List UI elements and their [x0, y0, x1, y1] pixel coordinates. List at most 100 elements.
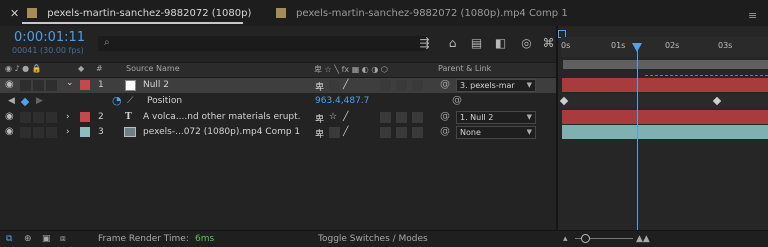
composition-flowchart-icon[interactable]: ⇶	[418, 37, 431, 50]
audio-toggle[interactable]	[20, 80, 31, 91]
lock-toggle[interactable]	[46, 112, 57, 123]
layer-bar[interactable]	[562, 125, 768, 139]
eye-icon[interactable]: ◉	[5, 111, 14, 122]
solo-toggle[interactable]	[33, 80, 44, 91]
solo-toggle[interactable]	[33, 112, 44, 123]
expression-pick-whip-icon[interactable]: @	[452, 95, 462, 106]
parent-dropdown[interactable]: 1. Null 2 ▼	[456, 111, 536, 124]
enable-frame-blending-icon[interactable]: ⊕	[24, 234, 32, 244]
property-row-position[interactable]: ◀ ▶ ◔ ⟋ Position 963.4,487.7 @	[0, 94, 558, 109]
render-time-icon[interactable]: ▣	[42, 234, 51, 244]
shy-switch-icon[interactable]: 卑	[315, 112, 324, 125]
motion-blur-switch[interactable]	[396, 127, 407, 138]
search-icon: ⌕	[104, 37, 110, 48]
chevron-down-icon: ▼	[526, 128, 532, 136]
motion-blur-switch[interactable]	[396, 112, 407, 123]
current-time-indicator[interactable]	[637, 45, 638, 230]
pick-whip-icon[interactable]: @	[440, 79, 450, 90]
layer-row[interactable]: ◉ ⌄ 1 Null 2 卑 ╱ @ 3. pexels-mar ▼	[0, 78, 558, 93]
layer-name[interactable]: Null 2	[143, 80, 169, 90]
property-name: Position	[147, 96, 183, 106]
effect-switch[interactable]	[380, 80, 391, 91]
audio-toggle[interactable]	[20, 127, 31, 138]
comp-mini-flowchart-icon[interactable]: ⧉	[6, 234, 12, 244]
null-swatch	[125, 80, 136, 91]
position-value[interactable]: 963.4,487.7	[315, 96, 369, 106]
adjustment-switch[interactable]	[412, 80, 423, 91]
zoom-out-icon[interactable]: ▴	[563, 234, 568, 244]
adjustment-switch[interactable]	[412, 127, 423, 138]
lock-toggle[interactable]	[46, 127, 57, 138]
motion-blur-switch[interactable]	[396, 80, 407, 91]
source-name-header[interactable]: Source Name	[126, 64, 180, 73]
stopwatch-icon[interactable]: ◔	[112, 94, 122, 107]
chevron-down-icon[interactable]: ⌄	[66, 78, 74, 88]
collapse-switch[interactable]	[329, 127, 340, 138]
time-ruler[interactable]: 0s 01s 02s 03s	[561, 37, 768, 57]
close-icon[interactable]: ✕	[10, 7, 19, 20]
lock-toggle[interactable]	[46, 80, 57, 91]
panel-menu-icon[interactable]: ≡	[748, 9, 758, 22]
chevron-right-icon[interactable]: ›	[66, 127, 70, 137]
keyframe-nav-next-icon[interactable]: ▶	[36, 96, 43, 106]
effect-switch[interactable]	[380, 112, 391, 123]
tab-comp-1[interactable]: ✕ pexels-martin-sanchez-9882072 (1080p)	[10, 0, 251, 26]
collapse-switch[interactable]	[329, 80, 340, 91]
solo-toggle[interactable]	[33, 127, 44, 138]
pick-whip-icon[interactable]: @	[440, 126, 450, 137]
property-track	[562, 94, 768, 108]
tab-label: pexels-martin-sanchez-9882072 (1080p).mp…	[296, 7, 568, 19]
pick-whip-icon[interactable]: @	[440, 111, 450, 122]
keyframe-nav-prev-icon[interactable]: ◀	[8, 96, 15, 106]
adjustment-switch[interactable]	[412, 112, 423, 123]
label-color[interactable]	[80, 80, 90, 90]
effect-switch[interactable]	[380, 127, 391, 138]
quality-switch-icon[interactable]: ╱	[343, 127, 348, 137]
layer-name[interactable]: A volca....nd other materials erupt.	[143, 112, 301, 122]
work-area-bar[interactable]	[563, 60, 768, 69]
current-time[interactable]: 0:00:01:11	[14, 30, 85, 45]
layer-index: 2	[98, 112, 104, 122]
shy-switch-icon[interactable]: 卑	[315, 80, 324, 93]
layer-row[interactable]: ◉ › 2 T A volca....nd other materials er…	[0, 110, 558, 125]
panel-divider[interactable]	[556, 26, 558, 230]
composition-icon	[124, 127, 136, 137]
zoom-in-icon[interactable]: ▲▲	[636, 234, 650, 244]
audio-toggle[interactable]	[20, 112, 31, 123]
parent-link-header[interactable]: Parent & Link	[438, 64, 491, 73]
parent-dropdown[interactable]: 3. pexels-mar ▼	[456, 79, 536, 92]
layer-index: 1	[98, 80, 104, 90]
layer-bar[interactable]	[562, 78, 768, 92]
zoom-slider-thumb[interactable]	[581, 234, 590, 243]
parent-dropdown[interactable]: None ▼	[456, 126, 536, 139]
search-field[interactable]: ⌕	[98, 36, 428, 51]
graph-icon[interactable]: ⟋	[127, 96, 133, 106]
ruler-tick: 01s	[611, 41, 626, 50]
label-color[interactable]	[80, 127, 90, 137]
tab-color-chip	[27, 8, 38, 18]
chevron-right-icon[interactable]: ›	[66, 112, 70, 122]
search-input[interactable]	[118, 37, 422, 51]
frame-blending-icon[interactable]: ◧	[494, 37, 507, 50]
toggle-switches-modes[interactable]: Toggle Switches / Modes	[318, 234, 428, 244]
layer-name[interactable]: pexels-...072 (1080p).mp4 Comp 1	[143, 127, 300, 137]
motion-blur-icon[interactable]: ◎	[520, 37, 533, 50]
layer-row[interactable]: ◉ › 3 pexels-...072 (1080p).mp4 Comp 1 卑…	[0, 125, 558, 140]
layer-bar[interactable]	[562, 110, 768, 124]
eye-icon[interactable]: ◉	[5, 79, 14, 90]
shy-layers-icon[interactable]: ▤	[470, 37, 483, 50]
quality-switch-icon[interactable]: ╱	[343, 112, 348, 122]
ruler-tick: 03s	[718, 41, 733, 50]
brush-icon[interactable]: ⧈	[60, 234, 66, 244]
label-color[interactable]	[80, 112, 90, 122]
draft-3d-icon[interactable]: ⌂	[446, 37, 459, 50]
chevron-down-icon: ▼	[526, 113, 532, 121]
shy-switch-icon[interactable]: 卑	[315, 127, 324, 140]
tab-comp-2[interactable]: pexels-martin-sanchez-9882072 (1080p).mp…	[276, 0, 568, 26]
eye-icon[interactable]: ◉	[5, 126, 14, 137]
collapse-switch-icon[interactable]: ☆	[329, 112, 337, 122]
graph-editor-icon[interactable]: ⌘	[542, 37, 555, 50]
playhead-icon[interactable]	[632, 43, 642, 52]
quality-switch-icon[interactable]: ╱	[343, 80, 348, 90]
keyframe-add-icon[interactable]	[20, 97, 30, 107]
